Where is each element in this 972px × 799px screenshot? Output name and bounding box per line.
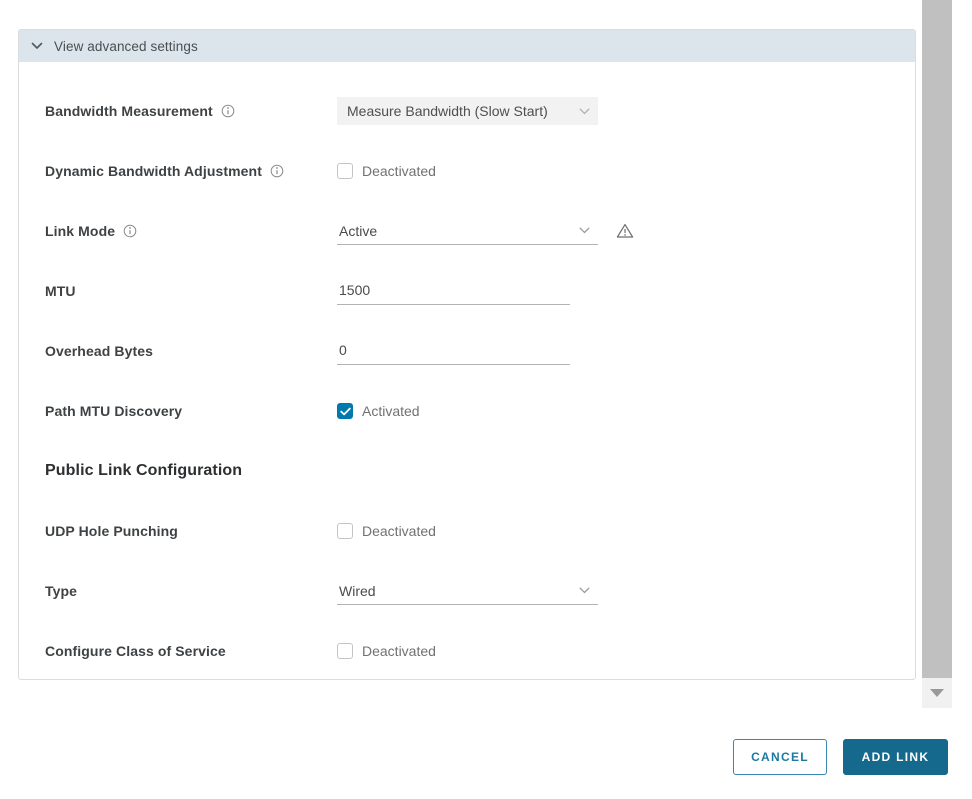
bandwidth-measurement-label: Bandwidth Measurement: [45, 103, 337, 119]
scrollbar-thumb[interactable]: [922, 0, 952, 678]
advanced-settings-toggle[interactable]: View advanced settings: [19, 30, 915, 62]
chevron-down-icon: [579, 108, 590, 115]
row-bandwidth-measurement: Bandwidth Measurement Measure Bandwidth …: [45, 97, 895, 125]
row-dynamic-bandwidth-adjustment: Dynamic Bandwidth Adjustment Deactivated: [45, 157, 895, 185]
configure-class-of-service-checkbox[interactable]: Deactivated: [337, 643, 436, 659]
checkmark-icon: [340, 407, 351, 416]
info-icon[interactable]: [221, 104, 235, 118]
checkbox-unchecked: [337, 163, 353, 179]
checkbox-state-label: Deactivated: [362, 523, 436, 539]
link-mode-select[interactable]: Active: [337, 217, 598, 245]
checkbox-checked: [337, 403, 353, 419]
chevron-down-icon: [579, 227, 590, 234]
overhead-bytes-input[interactable]: [337, 338, 570, 365]
label-text: UDP Hole Punching: [45, 523, 178, 539]
mtu-input[interactable]: [337, 278, 570, 305]
add-link-dialog: View advanced settings Bandwidth Measure…: [0, 0, 972, 799]
type-select[interactable]: Wired: [337, 577, 598, 605]
checkbox-unchecked: [337, 523, 353, 539]
row-link-mode: Link Mode Active: [45, 217, 895, 245]
info-icon[interactable]: [123, 224, 137, 238]
row-udp-hole-punching: UDP Hole Punching Deactivated: [45, 517, 895, 545]
bandwidth-measurement-select[interactable]: Measure Bandwidth (Slow Start): [337, 97, 598, 125]
row-configure-class-of-service: Configure Class of Service Deactivated: [45, 637, 895, 665]
label-text: Type: [45, 583, 77, 599]
checkbox-state-label: Deactivated: [362, 163, 436, 179]
cancel-button[interactable]: CANCEL: [733, 739, 827, 775]
configure-class-of-service-label: Configure Class of Service: [45, 643, 337, 659]
checkbox-unchecked: [337, 643, 353, 659]
udp-hole-punching-checkbox[interactable]: Deactivated: [337, 523, 436, 539]
scroll-down-arrow-icon: [930, 689, 944, 697]
advanced-settings-panel: View advanced settings Bandwidth Measure…: [18, 29, 916, 680]
link-mode-label: Link Mode: [45, 223, 337, 239]
row-mtu: MTU: [45, 277, 895, 305]
info-icon[interactable]: [270, 164, 284, 178]
dynamic-bandwidth-adjustment-label: Dynamic Bandwidth Adjustment: [45, 163, 337, 179]
label-text: Configure Class of Service: [45, 643, 226, 659]
overhead-bytes-label: Overhead Bytes: [45, 343, 337, 359]
row-public-link-configuration: Public Link Configuration: [45, 457, 895, 485]
vertical-scrollbar[interactable]: [922, 0, 952, 708]
advanced-settings-form: Bandwidth Measurement Measure Bandwidth …: [19, 62, 915, 665]
mtu-label: MTU: [45, 283, 337, 299]
label-text: Overhead Bytes: [45, 343, 153, 359]
label-text: MTU: [45, 283, 76, 299]
path-mtu-discovery-label: Path MTU Discovery: [45, 403, 337, 419]
select-value: Wired: [339, 583, 376, 599]
section-heading: Public Link Configuration: [45, 462, 242, 480]
panel-title: View advanced settings: [54, 39, 198, 54]
label-text: Bandwidth Measurement: [45, 103, 213, 119]
select-value: Active: [339, 223, 377, 239]
row-path-mtu-discovery: Path MTU Discovery Activated: [45, 397, 895, 425]
checkbox-state-label: Activated: [362, 403, 420, 419]
row-type: Type Wired: [45, 577, 895, 605]
label-text: Path MTU Discovery: [45, 403, 182, 419]
udp-hole-punching-label: UDP Hole Punching: [45, 523, 337, 539]
type-label: Type: [45, 583, 337, 599]
label-text: Dynamic Bandwidth Adjustment: [45, 163, 262, 179]
select-value: Measure Bandwidth (Slow Start): [347, 103, 548, 119]
dynamic-bandwidth-adjustment-checkbox[interactable]: Deactivated: [337, 163, 436, 179]
chevron-down-icon: [579, 587, 590, 594]
scrollbar-down-button[interactable]: [922, 678, 952, 708]
label-text: Link Mode: [45, 223, 115, 239]
warning-triangle-icon[interactable]: [616, 223, 634, 239]
checkbox-state-label: Deactivated: [362, 643, 436, 659]
path-mtu-discovery-checkbox[interactable]: Activated: [337, 403, 420, 419]
chevron-down-icon: [31, 42, 43, 50]
row-overhead-bytes: Overhead Bytes: [45, 337, 895, 365]
add-link-button[interactable]: ADD LINK: [843, 739, 948, 775]
